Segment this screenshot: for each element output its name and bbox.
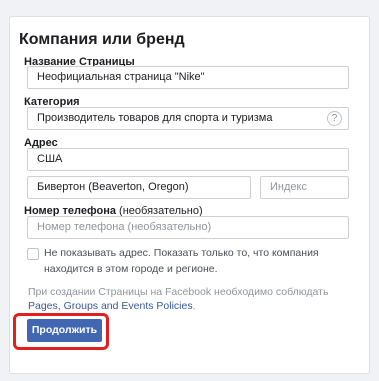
category-input[interactable]: Производитель товаров для спорта и туриз… bbox=[27, 107, 349, 130]
zip-input[interactable]: Индекс bbox=[260, 176, 349, 199]
policy-text: При создании Страницы на Facebook необхо… bbox=[28, 286, 329, 298]
form-title: Компания или бренд bbox=[19, 31, 185, 48]
hide-address-checkbox[interactable] bbox=[27, 248, 39, 260]
phone-input[interactable]: Номер телефона (необязательно) bbox=[27, 216, 349, 239]
policy-notice: При создании Страницы на Facebook необхо… bbox=[28, 285, 348, 313]
page-name-input[interactable]: Неофициальная страница "Nike" bbox=[27, 66, 349, 89]
question-circle-icon[interactable]: ? bbox=[327, 111, 342, 126]
hide-address-text: Не показывать адрес. Показать только то,… bbox=[44, 247, 319, 275]
continue-button[interactable]: Продолжить bbox=[27, 319, 102, 342]
city-input[interactable]: Бивертон (Beaverton, Oregon) bbox=[27, 176, 251, 199]
policy-link[interactable]: Pages, Groups and Events Policies bbox=[28, 300, 193, 312]
category-value: Производитель товаров для спорта и туриз… bbox=[37, 112, 273, 124]
country-input[interactable]: США bbox=[27, 148, 349, 171]
policy-suffix: . bbox=[192, 300, 196, 312]
